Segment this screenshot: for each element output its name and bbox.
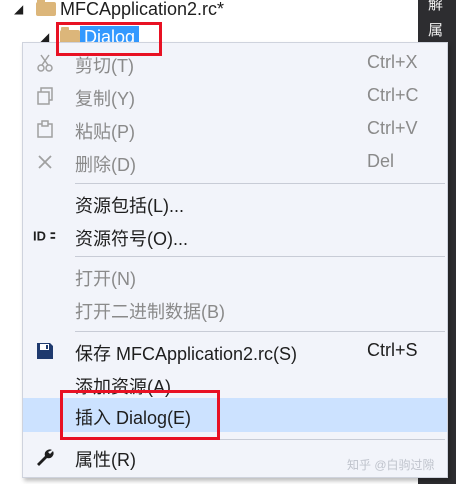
expand-arrow-icon[interactable]: ◢: [14, 2, 28, 16]
menu-item-label: 打开(N): [75, 269, 136, 289]
watermark: 知乎 @白驹过隙: [347, 458, 435, 472]
folder-icon: [36, 0, 56, 16]
annotation-box-dialog-node: [56, 22, 162, 56]
menu-item-label: 资源符号(O)...: [75, 229, 188, 249]
save-icon: [33, 339, 57, 363]
menu-item-shortcut: Ctrl+S: [367, 340, 418, 360]
menu-item-open[interactable]: 打开(N): [23, 260, 447, 293]
menu-item-save[interactable]: 保存 MFCApplication2.rc(S) Ctrl+S: [23, 335, 447, 368]
menu-item-delete[interactable]: 删除(D) Del: [23, 146, 447, 179]
menu-item-resource-symbols[interactable]: ID 资源符号(O)...: [23, 220, 447, 253]
menu-item-shortcut: Ctrl+C: [367, 85, 419, 105]
menu-separator: [75, 183, 445, 184]
cut-icon: [33, 51, 57, 75]
menu-item-copy[interactable]: 复制(Y) Ctrl+C: [23, 80, 447, 113]
menu-item-shortcut: Ctrl+X: [367, 52, 418, 72]
tab-solution-explorer[interactable]: 解: [425, 0, 445, 11]
menu-item-shortcut: Ctrl+V: [367, 118, 418, 138]
menu-item-label: 复制(Y): [75, 89, 135, 109]
menu-item-label: 资源包括(L)...: [75, 196, 185, 216]
menu-separator: [75, 256, 445, 257]
menu-item-label: 保存 MFCApplication2.rc(S): [75, 344, 298, 364]
menu-item-resource-includes[interactable]: 资源包括(L)...: [23, 187, 447, 220]
menu-item-label: 打开二进制数据(B): [75, 302, 225, 322]
tree-node-root-label: MFCApplication2.rc*: [60, 0, 225, 19]
paste-icon: [33, 117, 57, 141]
wrench-icon: [33, 445, 57, 469]
menu-item-label: 删除(D): [75, 155, 136, 175]
svg-text:ID: ID: [33, 229, 46, 244]
id-symbol-icon: ID: [33, 224, 57, 248]
copy-icon: [33, 84, 57, 108]
delete-icon: [33, 150, 57, 174]
menu-item-label: 属性(R): [75, 450, 136, 470]
annotation-box-insert-dialog: [60, 390, 220, 440]
menu-item-paste[interactable]: 粘贴(P) Ctrl+V: [23, 113, 447, 146]
menu-item-shortcut: Del: [367, 151, 395, 171]
tab-properties[interactable]: 属: [425, 22, 445, 37]
menu-item-open-binary[interactable]: 打开二进制数据(B): [23, 293, 447, 326]
menu-separator: [75, 331, 445, 332]
menu-item-label: 粘贴(P): [75, 122, 135, 142]
tree-node-root[interactable]: ◢ MFCApplication2.rc*: [14, 0, 224, 21]
